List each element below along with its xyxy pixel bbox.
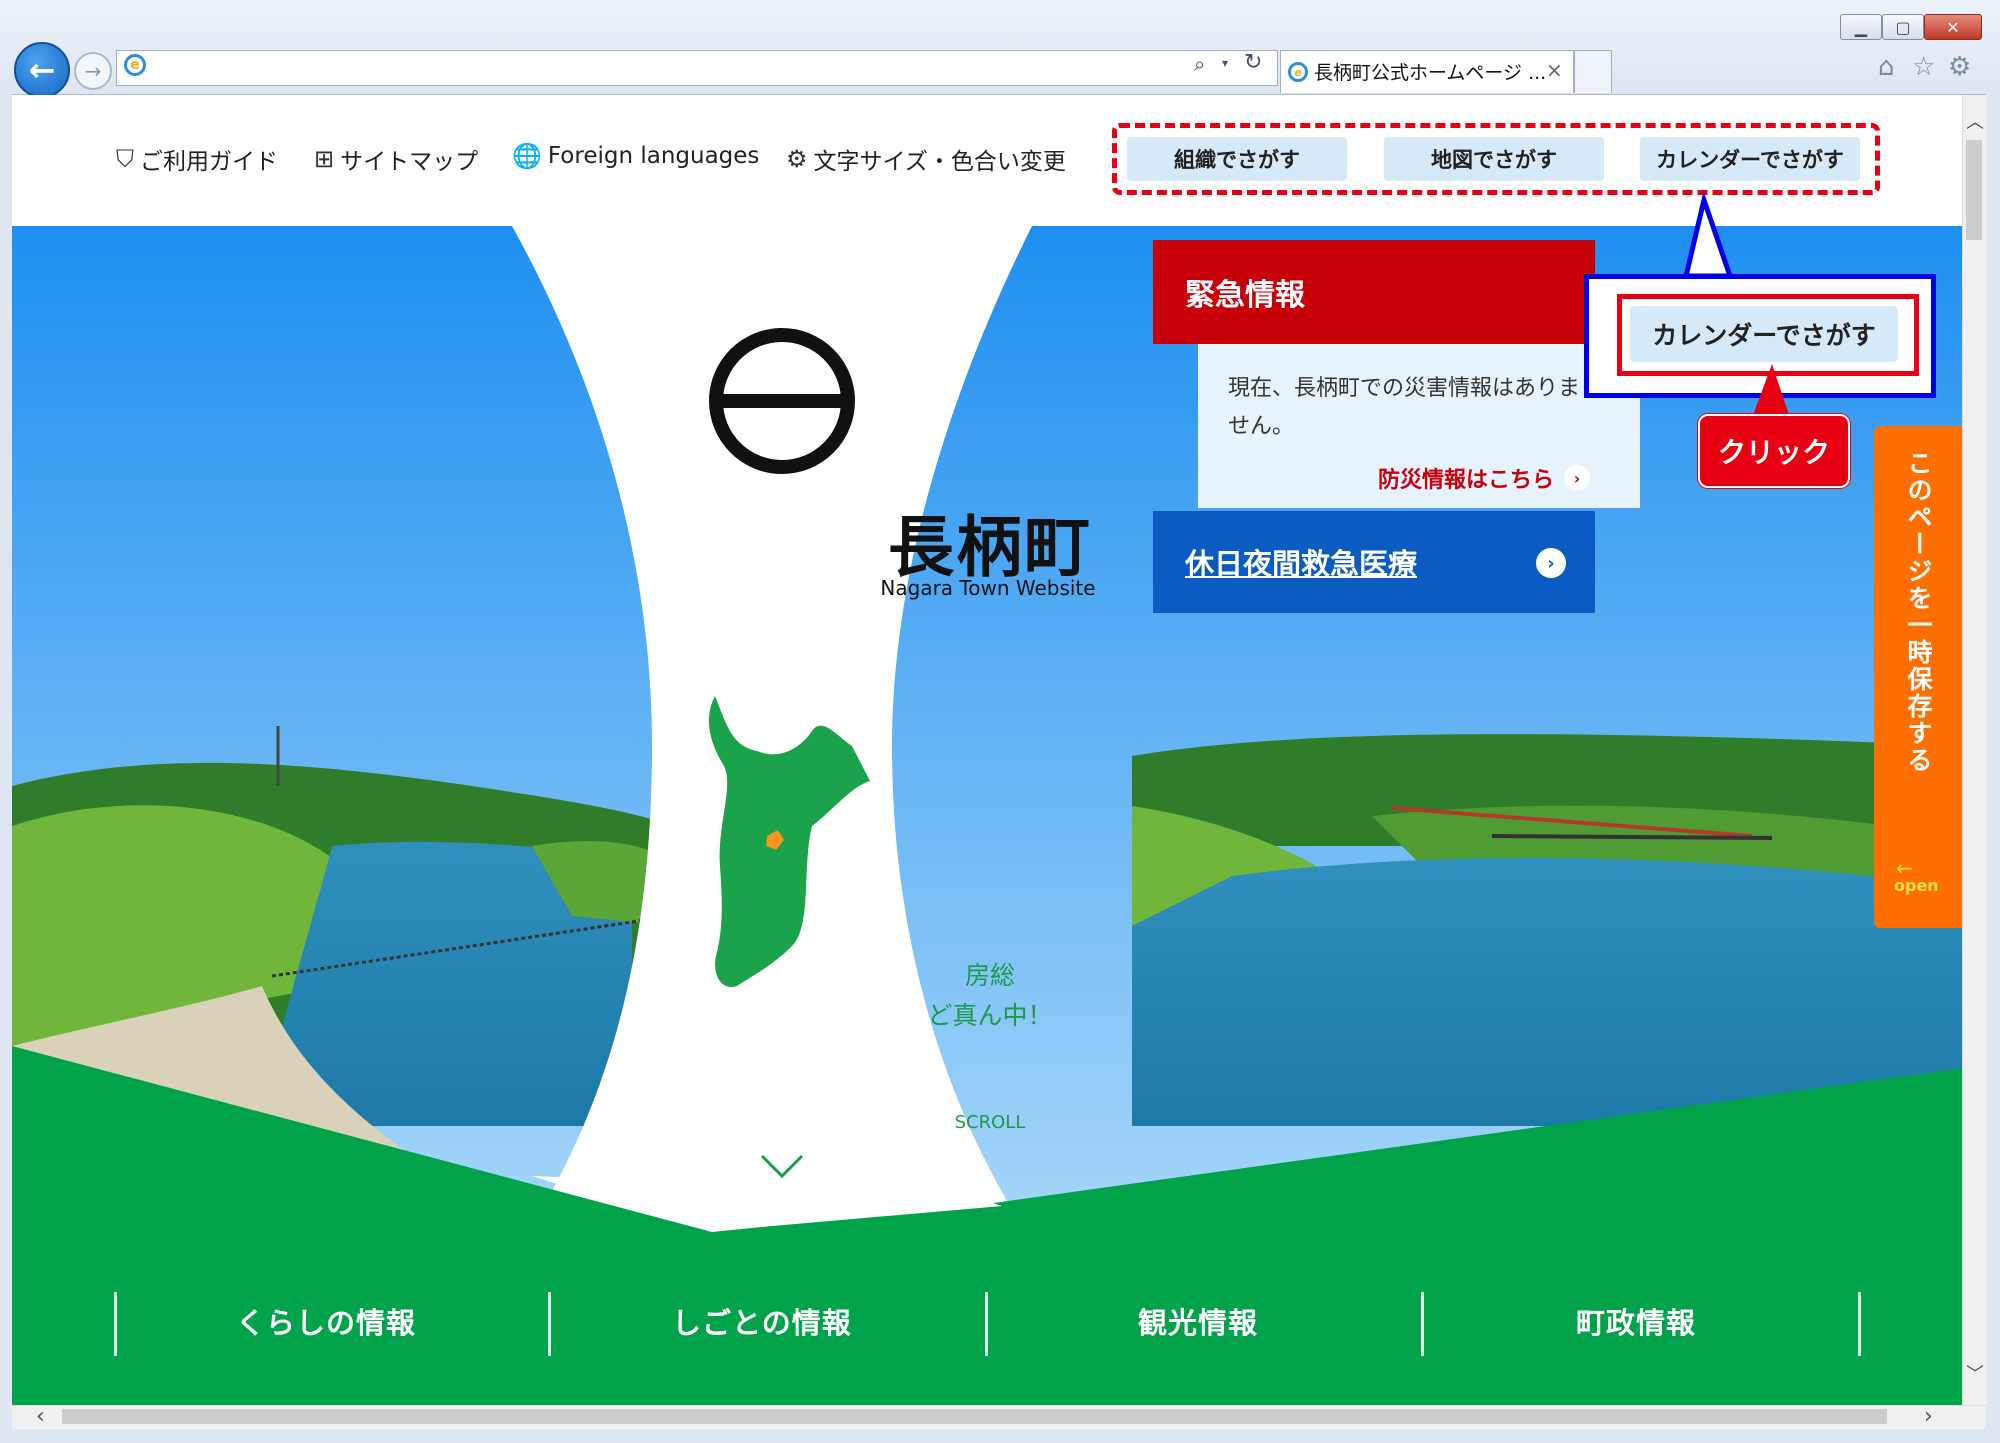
settings-gear-icon[interactable]: ⚙	[1948, 52, 1971, 82]
favorites-star-icon[interactable]: ☆	[1912, 52, 1935, 82]
map-caption-line2: ど真ん中！	[927, 1001, 1053, 1030]
foreign-languages-label: Foreign languages	[547, 143, 760, 169]
tab-close-icon[interactable]: ×	[1546, 58, 1563, 82]
sitemap-link[interactable]: ⊞ サイトマップ	[314, 142, 478, 176]
emergency-message: 現在、長柄町での災害情報はありません。	[1228, 376, 1581, 439]
nav-living-info[interactable]: くらしの情報	[236, 1300, 416, 1342]
back-button[interactable]: ←	[14, 42, 70, 98]
globe-icon: 🌐	[512, 142, 542, 170]
hero-landscape-image	[12, 226, 1962, 1406]
minimize-button[interactable]: ▁	[1840, 14, 1882, 40]
back-arrow-icon: ←	[28, 51, 56, 89]
forward-button[interactable]: →	[74, 52, 112, 90]
maximize-button[interactable]: ▢	[1882, 14, 1924, 40]
hero-section	[12, 226, 1962, 1406]
nav-town-admin-info[interactable]: 町政情報	[1576, 1300, 1696, 1342]
usage-guide-link[interactable]: ⛉ ご利用ガイド	[116, 142, 278, 176]
font-size-color-link[interactable]: ⚙ 文字サイズ・色合い変更	[786, 142, 1066, 176]
font-size-color-label: 文字サイズ・色合い変更	[813, 149, 1066, 175]
usage-guide-label: ご利用ガイド	[140, 149, 278, 175]
scroll-right-icon[interactable]: ›	[1924, 1404, 1933, 1429]
tab-title[interactable]: 長柄町公式ホームページ ...	[1314, 58, 1546, 85]
scroll-left-icon[interactable]: ‹	[36, 1404, 45, 1429]
nav-divider	[114, 1292, 117, 1356]
chevron-right-icon: ›	[1564, 465, 1591, 491]
address-bar[interactable]	[116, 50, 1278, 86]
settings-icon: ⚙	[786, 145, 808, 173]
sitemap-icon: ⊞	[314, 145, 335, 173]
forward-arrow-icon: →	[84, 59, 102, 83]
window-border-bottom	[0, 1428, 2000, 1443]
click-badge-pointer	[1752, 364, 1790, 418]
new-tab-button[interactable]	[1574, 50, 1612, 93]
scroll-down-icon[interactable]: ﹀	[1966, 1360, 1984, 1386]
zoomed-calendar-search-button: カレンダーでさがす	[1630, 306, 1898, 362]
vertical-scroll-thumb[interactable]	[1966, 140, 1982, 240]
scroll-indicator[interactable]: SCROLL	[940, 1112, 1040, 1133]
tab-favicon-icon: e	[1288, 62, 1308, 82]
disaster-info-label: 防災情報はこちら	[1378, 468, 1555, 493]
save-tab-open-label: open	[1894, 876, 1939, 895]
chevron-right-circle-icon: ›	[1536, 548, 1566, 578]
nav-divider	[1421, 1292, 1424, 1356]
shield-icon: ⛉	[116, 145, 134, 173]
nav-tourism-info[interactable]: 観光情報	[1138, 1300, 1258, 1342]
close-window-button[interactable]: ✕	[1924, 14, 1982, 40]
nav-work-info[interactable]: しごとの情報	[672, 1300, 852, 1342]
ie-logo-icon: e	[124, 54, 146, 76]
window-border-right	[1986, 94, 2000, 1443]
sitemap-label: サイトマップ	[340, 149, 479, 175]
highlight-dashed-box	[1112, 123, 1880, 195]
town-logo-subtitle: Nagara Town Website	[880, 576, 1096, 600]
home-icon[interactable]: ⌂	[1878, 52, 1895, 82]
click-instruction-badge: クリック	[1698, 414, 1850, 488]
foreign-languages-link[interactable]: 🌐 Foreign languages	[512, 142, 759, 170]
chevron-down-icon[interactable]: ▾	[1222, 56, 1228, 70]
vertical-scrollbar[interactable]	[1962, 95, 1987, 1405]
scroll-up-icon[interactable]: ︿	[1966, 108, 1984, 134]
nav-divider	[548, 1292, 551, 1356]
refresh-icon[interactable]: ↻	[1244, 50, 1262, 75]
nav-divider	[1858, 1292, 1861, 1356]
emergency-info-heading: 緊急情報	[1153, 240, 1595, 344]
disaster-info-link[interactable]: 防災情報はこちら ›	[1378, 462, 1591, 494]
horizontal-scroll-thumb[interactable]	[62, 1409, 1887, 1424]
nav-divider	[985, 1292, 988, 1356]
save-page-label: このページを一時保存する	[1904, 450, 1933, 774]
holiday-emergency-medical-link[interactable]: 休日夜間救急医療	[1153, 511, 1595, 613]
search-icon[interactable]: ⌕	[1194, 52, 1205, 76]
map-caption-line1: 房総	[964, 961, 1015, 990]
